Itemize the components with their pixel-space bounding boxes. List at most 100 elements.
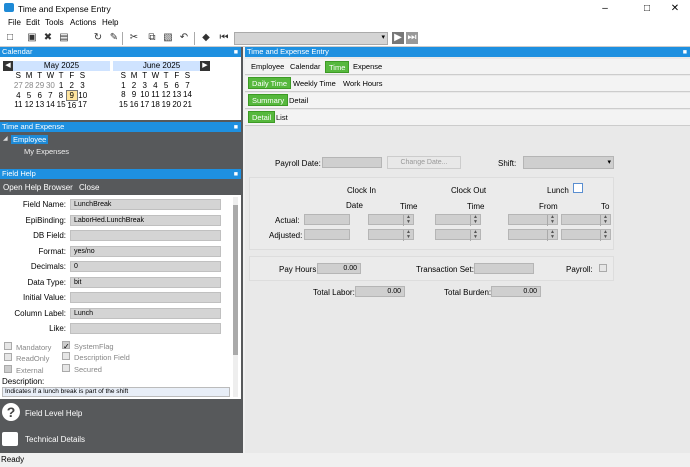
calendar-day[interactable]: 14 [45,100,56,110]
pin-icon[interactable]: ■ [234,170,238,180]
tree-item-my-expenses[interactable]: My Expenses [24,147,69,156]
spinner-icon[interactable]: ▲ ▼ [547,215,557,226]
calendar-day[interactable]: 10 [139,90,150,100]
copy-icon[interactable]: ⧉ [146,32,158,44]
calendar-day[interactable]: 11 [150,90,161,100]
menu-edit[interactable]: Edit [26,18,40,27]
tab-detail-sub[interactable]: Detail [248,111,276,123]
menu-help[interactable]: Help [102,18,118,27]
secured-checkbox[interactable] [62,364,70,372]
tab-summary[interactable]: Summary [248,94,289,106]
calendar-day[interactable]: 4 [13,90,24,100]
calendar-day[interactable]: 9 [65,89,78,101]
time-input[interactable]: ▲ ▼ [368,229,414,241]
technical-details-link[interactable]: Technical Details [0,429,241,451]
spinner-icon[interactable]: ▲ ▼ [600,215,610,226]
spinner-icon[interactable]: ▲ ▼ [600,230,610,241]
tree-item-employee[interactable]: Employee [11,135,49,144]
description-field-checkbox[interactable] [62,352,70,360]
calendar-day[interactable]: 15 [56,100,67,110]
tab-calendar[interactable]: Calendar [287,61,323,73]
calendar-day[interactable]: 17 [77,100,88,110]
calendar-day[interactable]: 2 [66,81,77,91]
lunch-checkbox[interactable] [573,183,583,193]
mandatory-checkbox[interactable] [4,342,12,350]
record-selector[interactable]: ▾ [234,32,388,45]
calendar-day[interactable]: 29 [34,81,45,91]
spinner-icon[interactable]: ▲ ▼ [470,230,480,241]
tab-employee[interactable]: Employee [248,61,287,73]
calendar-day[interactable]: 10 [77,90,88,100]
transaction-set-field[interactable] [474,263,534,274]
maximize-icon[interactable]: □ [632,1,662,16]
delete-icon[interactable]: ✖ [42,32,54,44]
total-burden-field[interactable]: 0.00 [491,286,541,297]
time-input[interactable]: ▲ ▼ [561,214,611,226]
calendar-day[interactable]: 1 [56,81,67,91]
spinner-icon[interactable]: ▲ ▼ [470,215,480,226]
calendar-day[interactable]: 11 [13,100,24,110]
calendar-day[interactable]: 12 [161,90,172,100]
menu-file[interactable]: File [8,18,21,27]
print-icon[interactable]: ▤ [58,32,70,44]
search-icon[interactable]: ◆ [200,32,212,44]
time-input[interactable]: ▲ ▼ [508,229,558,241]
calendar-day[interactable]: 5 [24,90,35,100]
calendar-may[interactable]: SMTWTFS 27 28 29 30 1 2 3 4 5 6 7 8 9 10 11 12 13 14 15 16 1… [13,71,88,110]
calendar-june[interactable]: SMTWTFS 1 2 3 4 5 6 7 8 9 10 11 12 13 14 15 16 17 18 19 20 2… [118,71,193,109]
tab-time[interactable]: Time [325,61,350,73]
time-input[interactable]: ▲ ▼ [368,214,414,226]
tab-weekly-time[interactable]: Weekly Time [290,78,339,90]
cut-icon[interactable]: ✂ [128,32,140,44]
payroll-checkbox[interactable] [599,264,607,272]
calendar-day[interactable]: 8 [56,90,67,100]
calendar-day[interactable]: 30 [45,81,56,91]
spinner-icon[interactable]: ▲ ▼ [403,215,413,226]
next-month-icon[interactable]: ▶ [200,61,210,71]
save-icon[interactable]: ▣ [26,32,38,44]
total-labor-field[interactable]: 0.00 [355,286,405,297]
shift-dropdown[interactable]: ▾ [523,156,614,169]
first-record-icon[interactable]: ⏮ [218,32,230,44]
time-input[interactable]: ▲ ▼ [435,214,481,226]
calendar-day[interactable]: 5 [161,81,172,91]
tab-detail[interactable]: Detail [286,95,311,107]
calendar-day[interactable]: 8 [118,90,129,100]
calendar-day[interactable]: 14 [182,90,193,100]
tab-daily-time[interactable]: Daily Time [248,77,292,89]
readonly-checkbox[interactable] [4,353,12,361]
minimize-icon[interactable]: – [590,1,620,16]
calendar-day[interactable]: 6 [34,90,45,100]
refresh-icon[interactable]: ↻ [92,32,104,44]
calendar-day[interactable]: 15 [118,100,129,110]
calendar-day[interactable]: 4 [150,81,161,91]
calendar-day[interactable]: 21 [182,100,193,110]
calendar-day[interactable]: 16 [66,100,77,110]
calendar-day[interactable]: 18 [150,100,161,110]
calendar-day[interactable]: 28 [24,81,35,91]
time-input[interactable]: ▲ ▼ [508,214,558,226]
calendar-day[interactable]: 6 [171,81,182,91]
tab-expense[interactable]: Expense [350,61,385,73]
calendar-day[interactable]: 20 [171,100,182,110]
new-icon[interactable]: □ [4,32,16,44]
calendar-day[interactable]: 2 [129,81,140,91]
calendar-day[interactable]: 17 [139,100,150,110]
scrollbar-thumb[interactable] [233,205,238,355]
calendar-day[interactable]: 9 [129,90,140,100]
pay-hours-field[interactable]: 0.00 [317,263,361,274]
paste-icon[interactable]: ▧ [162,32,174,44]
pin-icon[interactable]: ■ [683,48,687,58]
calendar-day[interactable]: 16 [129,100,140,110]
clear-icon[interactable]: ✎ [108,32,120,44]
tab-work-hours[interactable]: Work Hours [340,78,385,90]
last-record-icon[interactable]: ⏭ [406,32,418,44]
time-input[interactable]: ▲ ▼ [435,229,481,241]
close-help-button[interactable]: Close [79,183,99,192]
scrollbar[interactable] [233,197,238,397]
close-icon[interactable]: ✕ [660,1,690,16]
collapse-icon[interactable]: ◢ [3,135,8,142]
tab-list[interactable]: List [273,112,291,124]
time-input[interactable] [304,229,350,240]
field-level-help-link[interactable]: ? Field Level Help [0,402,241,427]
